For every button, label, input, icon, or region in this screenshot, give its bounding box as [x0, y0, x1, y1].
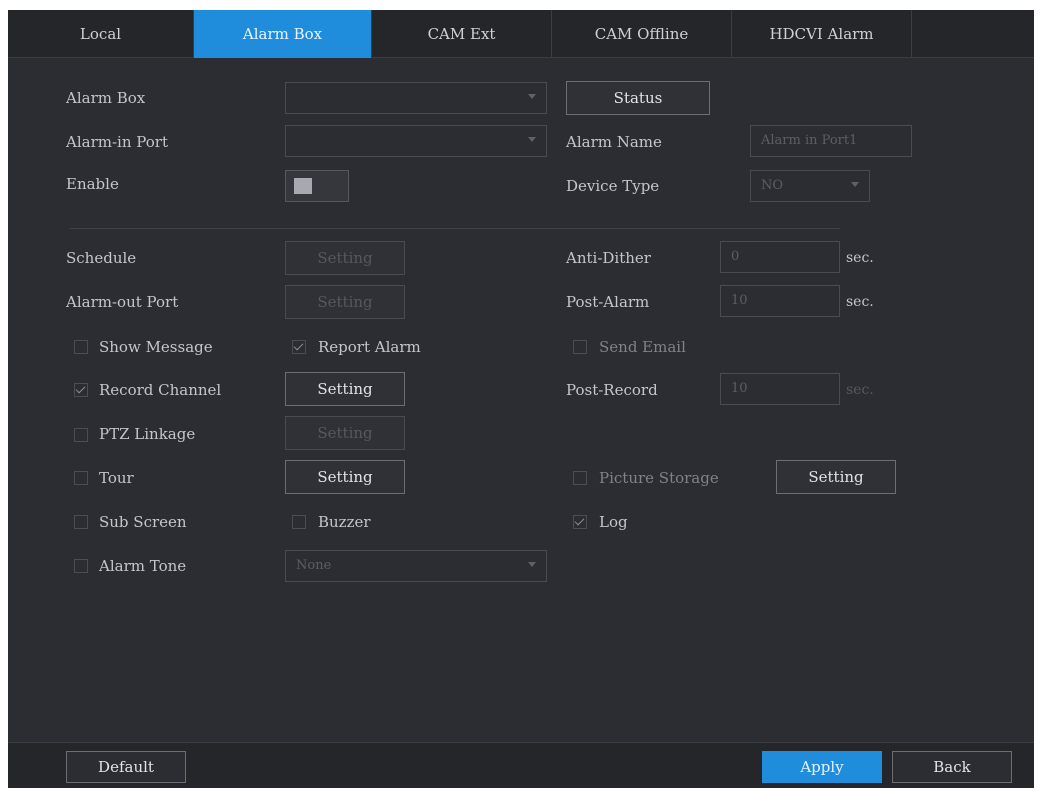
device-type-label: Device Type [566, 177, 660, 195]
log-checkbox[interactable] [573, 515, 587, 529]
alarm-name-label: Alarm Name [566, 133, 662, 151]
alarm-tone-checkbox[interactable] [74, 559, 88, 573]
device-type-select[interactable]: NO [750, 170, 870, 202]
send-email-label: Send Email [599, 338, 686, 356]
anti-dither-unit: sec. [846, 250, 874, 266]
ptz-setting-button[interactable]: Setting [285, 416, 405, 450]
tab-cam-ext[interactable]: CAM Ext [372, 10, 552, 58]
post-alarm-field[interactable]: 10 [720, 285, 840, 317]
record-channel-checkbox[interactable] [74, 383, 88, 397]
tour-checkbox[interactable] [74, 471, 88, 485]
enable-label: Enable [66, 175, 119, 193]
post-record-label: Post-Record [566, 381, 658, 399]
anti-dither-field[interactable]: 0 [720, 241, 840, 273]
tour-label: Tour [99, 469, 134, 487]
alarm-tone-select[interactable]: None [285, 550, 547, 582]
chevron-down-icon [528, 562, 536, 567]
back-button[interactable]: Back [892, 751, 1012, 783]
chevron-down-icon [528, 94, 536, 99]
send-email-checkbox[interactable] [573, 340, 587, 354]
footer-bar: Default Apply Back [8, 742, 1034, 788]
record-channel-label: Record Channel [99, 381, 222, 399]
picture-storage-label: Picture Storage [599, 469, 719, 487]
buzzer-label: Buzzer [318, 513, 371, 531]
section-divider [70, 228, 840, 229]
buzzer-checkbox[interactable] [292, 515, 306, 529]
default-button[interactable]: Default [66, 751, 186, 783]
picture-storage-checkbox[interactable] [573, 471, 587, 485]
show-message-label: Show Message [99, 338, 213, 356]
alarm-in-port-label: Alarm-in Port [66, 133, 168, 151]
enable-toggle[interactable] [285, 170, 349, 202]
log-label: Log [599, 513, 628, 531]
post-alarm-unit: sec. [846, 294, 874, 310]
report-alarm-checkbox[interactable] [292, 340, 306, 354]
post-alarm-label: Post-Alarm [566, 293, 650, 311]
record-channel-setting-button[interactable]: Setting [285, 372, 405, 406]
alarm-settings-panel: Local Alarm Box CAM Ext CAM Offline HDCV… [8, 10, 1034, 788]
show-message-checkbox[interactable] [74, 340, 88, 354]
post-record-unit: sec. [846, 382, 874, 398]
tab-alarm-box[interactable]: Alarm Box [194, 10, 372, 58]
tab-local[interactable]: Local [8, 10, 194, 58]
schedule-setting-button[interactable]: Setting [285, 241, 405, 275]
alarm-box-select[interactable] [285, 82, 547, 114]
alarm-in-port-select[interactable] [285, 125, 547, 157]
chevron-down-icon [851, 182, 859, 187]
sub-screen-label: Sub Screen [99, 513, 187, 531]
apply-button[interactable]: Apply [762, 751, 882, 783]
alarm-tone-label: Alarm Tone [99, 557, 187, 575]
alarm-out-port-label: Alarm-out Port [66, 293, 179, 311]
schedule-label: Schedule [66, 249, 137, 267]
sub-screen-checkbox[interactable] [74, 515, 88, 529]
tab-hdcvi-alarm[interactable]: HDCVI Alarm [732, 10, 912, 58]
alarm-name-field[interactable]: Alarm in Port1 [750, 125, 912, 157]
post-record-field[interactable]: 10 [720, 373, 840, 405]
tour-setting-button[interactable]: Setting [285, 460, 405, 494]
report-alarm-label: Report Alarm [318, 338, 421, 356]
tab-bar: Local Alarm Box CAM Ext CAM Offline HDCV… [8, 10, 1034, 58]
tab-cam-offline[interactable]: CAM Offline [552, 10, 732, 58]
ptz-linkage-checkbox[interactable] [74, 428, 88, 442]
chevron-down-icon [528, 137, 536, 142]
device-type-value: NO [761, 178, 784, 193]
picture-storage-setting-button[interactable]: Setting [776, 460, 896, 494]
alarm-box-label: Alarm Box [66, 89, 146, 107]
ptz-linkage-label: PTZ Linkage [99, 425, 196, 443]
anti-dither-label: Anti-Dither [566, 249, 651, 267]
toggle-knob [294, 178, 312, 194]
alarm-out-setting-button[interactable]: Setting [285, 285, 405, 319]
status-button[interactable]: Status [566, 81, 710, 115]
alarm-tone-value: None [296, 558, 332, 573]
